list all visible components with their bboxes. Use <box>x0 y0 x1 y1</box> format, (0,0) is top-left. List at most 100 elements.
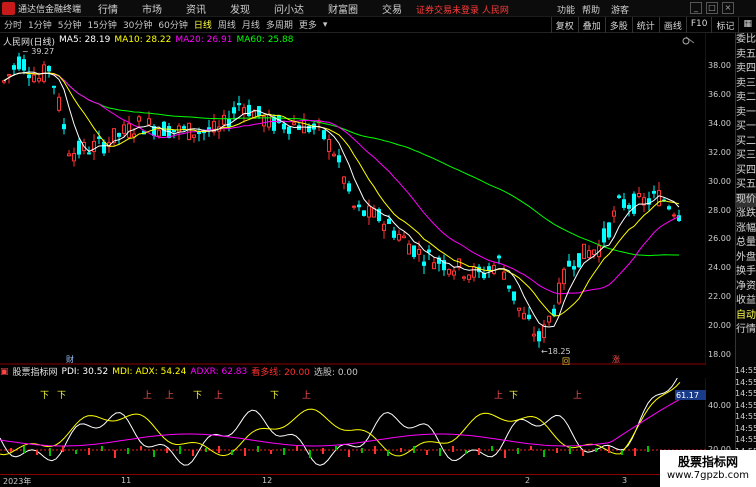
indicator-name[interactable]: 股票指标网 <box>13 365 58 378</box>
candle-body <box>267 114 271 128</box>
period-more[interactable]: 更多 <box>299 18 317 31</box>
sub-axis-current: 61.17 <box>676 391 699 400</box>
candle-body <box>352 205 356 208</box>
signal-bar <box>23 446 25 453</box>
candle-body <box>522 312 526 320</box>
period-multi[interactable]: 多周期 <box>266 18 293 31</box>
candle-body <box>617 195 621 198</box>
price-tick-label: 34.00 <box>708 118 731 128</box>
tool-fuquan[interactable]: 复权 <box>550 17 578 33</box>
period-monthly[interactable]: 月线 <box>242 18 260 31</box>
tool-mark[interactable]: 标记 <box>711 17 738 33</box>
circle-icon[interactable] <box>682 37 690 45</box>
period-5min[interactable]: 5分钟 <box>58 18 82 31</box>
sidebar-item-18: 收益 <box>736 295 756 306</box>
signal-bar <box>465 450 467 454</box>
sidebar-item-20[interactable]: 行情 <box>736 323 756 338</box>
signal-bar <box>283 448 285 455</box>
candle-body <box>547 315 551 323</box>
signal-bar <box>205 448 207 452</box>
candle-body <box>122 124 126 134</box>
candle-body <box>552 308 556 316</box>
candle-body <box>337 155 341 163</box>
signal-bar <box>127 448 129 454</box>
candle-body <box>227 118 231 128</box>
signal-up-5: 上 <box>494 391 504 401</box>
guest-label[interactable]: 游客 <box>611 3 629 16</box>
candle-body <box>22 59 26 71</box>
menu-item-wealth[interactable]: 财富圈 <box>328 1 358 16</box>
signal-bar <box>192 450 194 456</box>
menu-item-trade[interactable]: 交易 <box>382 1 402 16</box>
signal-bar <box>10 448 12 452</box>
minimize-icon[interactable]: _ <box>690 2 702 14</box>
time-label: 14:55 <box>735 412 756 421</box>
candle-body <box>7 74 11 77</box>
sidebar-item-9: 买四 <box>736 164 756 176</box>
menu-item-news[interactable]: 资讯 <box>186 1 206 16</box>
chevron-down-icon[interactable]: ▾ <box>323 20 328 30</box>
close-icon[interactable]: × <box>722 2 734 14</box>
candle-body <box>402 235 406 239</box>
sidebar-item-8: 买三 <box>736 150 756 161</box>
menu-item-discover[interactable]: 发现 <box>230 1 250 16</box>
candle-body <box>557 282 561 304</box>
candle-body <box>47 65 51 72</box>
candle-body <box>587 250 591 258</box>
price-tick-label: 36.00 <box>708 89 731 99</box>
cai-marker[interactable]: 财 <box>66 354 74 365</box>
kline-chart[interactable] <box>0 33 706 365</box>
period-weekly[interactable]: 周线 <box>218 18 236 31</box>
period-1min[interactable]: 1分钟 <box>28 18 52 31</box>
price-tick-label: 24.00 <box>708 263 731 273</box>
candle-body <box>72 153 76 162</box>
sidebar-item-4: 卖二 <box>736 92 756 103</box>
candle-body <box>157 129 161 137</box>
candle-body <box>287 126 291 134</box>
period-60min[interactable]: 60分钟 <box>158 18 187 31</box>
indicator-chart[interactable] <box>0 378 706 474</box>
help-menu[interactable]: 帮助 <box>582 3 600 16</box>
zhang-marker[interactable]: 涨 <box>612 354 620 365</box>
sidebar-item-17: 净资 <box>736 280 756 292</box>
menu-item-market[interactable]: 市场 <box>142 1 162 16</box>
hui-marker[interactable]: 回 <box>562 356 570 367</box>
tool-stats[interactable]: 统计 <box>631 17 659 33</box>
sidebar-item-11: 现价 <box>736 192 756 207</box>
candle-body <box>62 124 66 130</box>
signal-bar <box>543 450 545 457</box>
midline-label: 看多线: 20.00 <box>251 368 310 378</box>
sidebar-item-16: 换手 <box>736 266 756 277</box>
candle-body <box>182 126 186 129</box>
menu-item-ask[interactable]: 问小达 <box>274 1 304 16</box>
period-15min[interactable]: 15分钟 <box>87 18 116 31</box>
login-notice[interactable]: 证券交易未登录 人民网 <box>416 3 509 16</box>
sub-axis-40: 40.00 <box>708 401 731 410</box>
tool-draw[interactable]: 画线 <box>658 17 686 33</box>
period-daily[interactable]: 日线 <box>194 18 212 31</box>
candle-body <box>462 276 466 279</box>
signal-down-1: 下 <box>40 391 50 401</box>
candle-body <box>137 116 141 122</box>
func-menu[interactable]: 功能 <box>557 3 575 16</box>
candle-body <box>492 264 496 274</box>
candle-body <box>102 141 106 154</box>
grid-icon[interactable]: ▦ <box>738 17 756 33</box>
signal-bar <box>153 450 155 457</box>
tool-f10[interactable]: F10 <box>685 17 712 33</box>
candle-body <box>192 134 196 138</box>
signal-bar <box>114 450 116 458</box>
candle-body <box>607 222 611 238</box>
period-fenshi[interactable]: 分时 <box>4 18 22 31</box>
sidebar-item-19[interactable]: 自动 <box>736 309 756 324</box>
candle-body <box>387 218 391 225</box>
tool-multistock[interactable]: 多股 <box>604 17 632 33</box>
tool-overlay[interactable]: 叠加 <box>577 17 605 33</box>
menu-item-quotes[interactable]: 行情 <box>98 1 118 16</box>
maximize-icon[interactable]: □ <box>706 2 718 14</box>
period-30min[interactable]: 30分钟 <box>123 18 152 31</box>
candle-body <box>247 104 251 117</box>
candle-body <box>582 243 586 259</box>
sidebar-item-7: 买二 <box>736 135 756 147</box>
adxr-label: ADXR: 62.83 <box>190 366 248 377</box>
